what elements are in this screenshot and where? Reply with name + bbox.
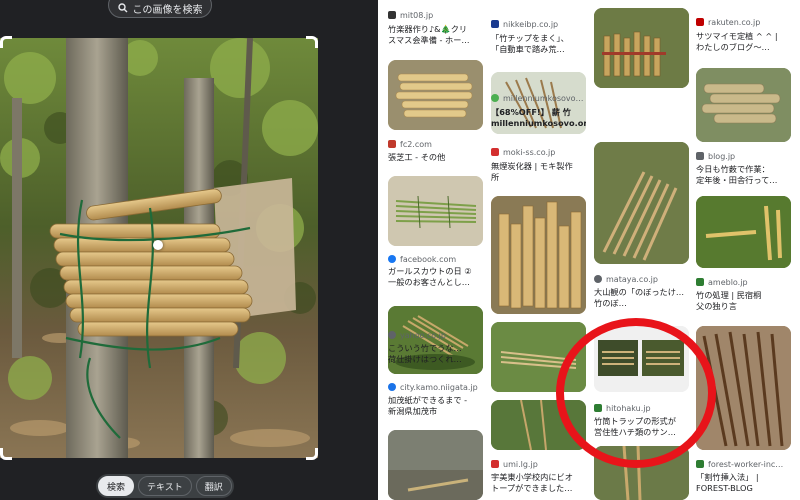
- crop-corner-top-right[interactable]: [306, 36, 318, 48]
- result-thumbnail[interactable]: [594, 142, 689, 264]
- result-title[interactable]: 竹楽器作り♪&🎄クリ スマス会準備 - ホー…: [388, 24, 483, 46]
- result-title[interactable]: ガールスカウトの日 ② 一般のお客さんとし…: [388, 266, 483, 288]
- result-source-label: nikkeibp.co.jp: [503, 19, 559, 29]
- result-source[interactable]: rakuten.co.jp: [696, 16, 760, 28]
- crop-corner-bottom-left[interactable]: [0, 448, 12, 460]
- result-title[interactable]: 大山観の「のぼったけ… 竹のぼ…: [594, 287, 689, 309]
- site-favicon-icon: [696, 278, 704, 286]
- result-source[interactable]: forest-worker-inc…: [696, 458, 783, 470]
- mode-translate-tab[interactable]: 翻訳: [195, 476, 232, 496]
- result-source[interactable]: fc2.com: [388, 138, 432, 150]
- lens-mode-switcher: 検索 テキスト 翻訳: [96, 474, 234, 498]
- result-thumbnail[interactable]: [696, 326, 791, 450]
- result-source[interactable]: facebook.com: [388, 253, 456, 265]
- site-favicon-icon: [594, 404, 602, 412]
- site-favicon-icon: [388, 11, 396, 19]
- site-favicon-icon: [491, 148, 499, 156]
- result-source[interactable]: ameblo.jp: [696, 276, 748, 288]
- result-source[interactable]: mit08.jp: [388, 9, 433, 21]
- crop-corner-bottom-right[interactable]: [306, 448, 318, 460]
- result-source-label: millenniumkosovo…: [503, 93, 584, 103]
- result-title[interactable]: 今日も竹薮で作業： 定年後・田舎行って…: [696, 164, 791, 186]
- result-title[interactable]: こういう竹でうな… 荷仕掛けはつくれ…: [388, 343, 483, 365]
- globe-icon: [594, 275, 602, 283]
- result-source[interactable]: yahoo.co.jp: [388, 329, 446, 341]
- result-source-label: umi.lg.jp: [503, 459, 538, 469]
- result-source[interactable]: umi.lg.jp: [491, 458, 538, 470]
- result-source-label: rakuten.co.jp: [708, 17, 761, 27]
- result-thumbnail[interactable]: [388, 430, 483, 500]
- result-title[interactable]: 竹の処理 | 民宿桐 父の独り言: [696, 290, 791, 312]
- search-this-image-label: この画像を検索: [132, 4, 203, 16]
- result-source-label: hitohaku.jp: [606, 403, 651, 413]
- crop-corner-top-left[interactable]: [0, 36, 12, 48]
- result-source-label: ameblo.jp: [708, 277, 748, 287]
- result-source-label: forest-worker-inc…: [708, 459, 784, 469]
- globe-icon: [491, 94, 499, 102]
- result-title[interactable]: 「竹チップをまく」、 「自動車で踏み荒…: [491, 33, 586, 55]
- site-favicon-icon: [696, 152, 704, 160]
- result-source-label: yahoo.co.jp: [400, 330, 446, 340]
- result-thumbnail[interactable]: [594, 446, 689, 500]
- site-favicon-icon: [491, 20, 499, 28]
- result-title[interactable]: 加茂紙ができるまで - 新潟県加茂市: [388, 395, 483, 417]
- result-source[interactable]: moki-ss.co.jp: [491, 146, 555, 158]
- site-favicon-icon: [696, 18, 704, 26]
- result-thumbnail[interactable]: [388, 60, 483, 130]
- result-thumbnail[interactable]: [491, 322, 586, 392]
- result-title[interactable]: 宇美東小学校内にビオ トープができました…: [491, 472, 586, 494]
- result-title[interactable]: 【68%OFF!】 薪 竹 millenniumkosovo.org: [491, 107, 586, 129]
- result-thumbnail[interactable]: [696, 196, 791, 268]
- result-source[interactable]: city.kamo.niigata.jp: [388, 381, 478, 393]
- mode-text-tab[interactable]: テキスト: [138, 476, 192, 496]
- result-source-label: moki-ss.co.jp: [503, 147, 556, 157]
- result-title[interactable]: 竹筒トラップの形式が 営住性ハチ類のサン…: [594, 416, 689, 438]
- site-favicon-icon: [491, 460, 499, 468]
- result-source[interactable]: millenniumkosovo…: [491, 92, 584, 104]
- result-title[interactable]: 張芝工 - その他: [388, 152, 483, 163]
- result-source[interactable]: mataya.co.jp: [594, 273, 658, 285]
- globe-icon: [388, 331, 396, 339]
- result-source-label: city.kamo.niigata.jp: [400, 382, 478, 392]
- result-title[interactable]: 無煙炭化器 | モキ製作 所: [491, 161, 586, 183]
- lens-icon: [117, 3, 127, 13]
- result-source[interactable]: nikkeibp.co.jp: [491, 18, 558, 30]
- result-thumbnail[interactable]: [696, 68, 791, 142]
- search-this-image-button[interactable]: この画像を検索: [108, 0, 212, 18]
- result-source-label: fc2.com: [400, 139, 432, 149]
- globe-icon: [388, 383, 396, 391]
- visual-matches-grid: mit08.jp 竹楽器作り♪&🎄クリ スマス会準備 - ホー… fc2.com…: [378, 0, 800, 500]
- site-favicon-icon: [696, 460, 704, 468]
- result-source-label: blog.jp: [708, 151, 736, 161]
- site-favicon-icon: [388, 140, 396, 148]
- result-thumbnail[interactable]: [388, 176, 483, 246]
- facebook-icon: [388, 255, 396, 263]
- image-viewer-panel: この画像を検索 検索 テキスト 翻訳: [0, 0, 378, 500]
- mode-search-tab[interactable]: 検索: [98, 476, 135, 496]
- lens-screen: この画像を検索 検索 テキスト 翻訳 mit08.jp 竹楽器作り♪&🎄クリ ス…: [0, 0, 800, 500]
- result-source[interactable]: blog.jp: [696, 150, 735, 162]
- result-thumbnail[interactable]: [491, 196, 586, 314]
- result-title[interactable]: サツマイモ定植 ^ ^ | わたしのブログ～…: [696, 31, 791, 53]
- result-thumbnail[interactable]: [491, 400, 586, 450]
- selected-object-dot[interactable]: [153, 240, 163, 250]
- result-thumbnail[interactable]: [594, 8, 689, 88]
- result-source-label: mataya.co.jp: [606, 274, 658, 284]
- result-source[interactable]: hitohaku.jp: [594, 402, 651, 414]
- result-source-label: mit08.jp: [400, 10, 434, 20]
- result-thumbnail[interactable]: [594, 326, 689, 392]
- result-title[interactable]: 「割竹挿入法」 | FOREST-BLOG: [696, 472, 791, 494]
- result-source-label: facebook.com: [400, 254, 457, 264]
